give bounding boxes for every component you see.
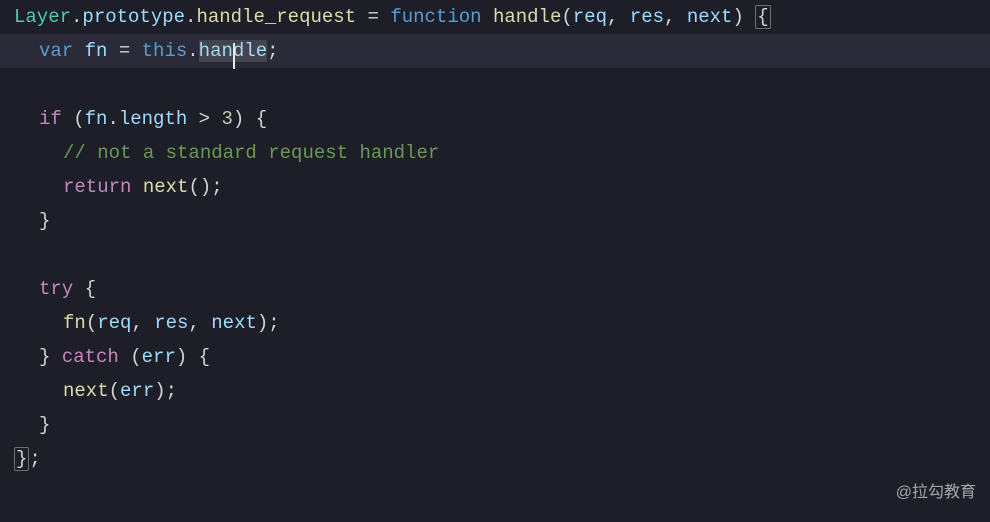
token-comment: // not a standard request handler [63,142,439,164]
watermark-label: @拉勾教育 [896,476,976,510]
token-number: 3 [221,108,232,130]
token-brace: } [39,346,50,368]
token-param: req [573,6,607,28]
token-punct: ; [211,176,222,198]
token-call: next [143,176,189,198]
token-brace: } [39,210,50,232]
token-space [482,6,493,28]
code-line[interactable] [0,68,990,102]
token-space [244,108,255,130]
token-param: next [687,6,733,28]
token-funcname: handle [493,6,561,28]
token-punct: ( [86,312,97,334]
token-punct: ) [732,6,743,28]
token-punct: , [188,312,211,334]
token-keyword: try [39,278,73,300]
code-line[interactable]: next(err); [0,374,990,408]
code-editor[interactable]: Layer.prototype.handle_request = functio… [0,0,990,522]
token-space [744,6,755,28]
code-line[interactable]: Layer.prototype.handle_request = functio… [0,0,990,34]
token-keyword: catch [62,346,119,368]
token-arg: err [120,380,154,402]
text-caret [233,43,235,69]
code-line[interactable]: }; [0,442,990,476]
token-punct: ) [154,380,165,402]
token-punct: ) [233,108,244,130]
token-this: this [142,40,188,62]
bracket-match: { [755,5,770,29]
token-param: res [630,6,664,28]
token-punct: , [131,312,154,334]
code-line-active[interactable]: var fn = this.handle; [0,34,990,68]
token-keyword: function [390,6,481,28]
token-op: > [187,108,221,130]
token-space [73,40,84,62]
token-prop: prototype [82,6,185,28]
code-line[interactable]: return next(); [0,170,990,204]
token-keyword: if [39,108,62,130]
code-line[interactable]: if (fn.length > 3) { [0,102,990,136]
token-punct: . [71,6,82,28]
token-punct: , [607,6,630,28]
token-arg: res [154,312,188,334]
token-brace: { [199,346,210,368]
token-space [119,346,130,368]
token-brace: } [39,414,50,436]
token-var: fn [85,108,108,130]
code-line[interactable]: fn(req, res, next); [0,306,990,340]
code-line[interactable]: try { [0,272,990,306]
token-punct: ( [130,346,141,368]
token-class: Layer [14,6,71,28]
code-line[interactable] [0,238,990,272]
token-punct: = [356,6,390,28]
token-arg: req [97,312,131,334]
token-punct: . [185,6,196,28]
token-punct: ( [561,6,572,28]
token-call: fn [63,312,86,334]
token-punct: = [107,40,141,62]
token-prop-highlight: handle [199,40,267,62]
token-punct: ( [109,380,120,402]
token-brace: { [256,108,267,130]
token-punct: . [107,108,118,130]
token-punct: , [664,6,687,28]
token-punct: ; [29,448,40,470]
token-keyword: return [63,176,131,198]
token-text: dle [233,40,267,62]
token-method: handle_request [196,6,356,28]
token-call: next [63,380,109,402]
token-brace: { [85,278,96,300]
bracket-match: } [14,447,29,471]
token-punct: ; [268,312,279,334]
code-line[interactable]: // not a standard request handler [0,136,990,170]
token-punct: ( [188,176,199,198]
token-punct: ( [73,108,84,130]
code-line[interactable]: } [0,204,990,238]
token-punct: ; [267,40,278,62]
token-punct: . [187,40,198,62]
token-space [187,346,198,368]
token-punct: ) [257,312,268,334]
token-param: err [142,346,176,368]
code-line[interactable]: } [0,408,990,442]
code-line[interactable]: } catch (err) { [0,340,990,374]
token-arg: next [211,312,257,334]
token-space [50,346,61,368]
token-space [62,108,73,130]
token-prop: length [119,108,187,130]
token-punct: ) [176,346,187,368]
token-space [73,278,84,300]
token-var: fn [85,40,108,62]
token-keyword: var [39,40,73,62]
token-punct: ; [166,380,177,402]
token-punct: ) [200,176,211,198]
token-text: han [199,40,233,62]
token-space [131,176,142,198]
